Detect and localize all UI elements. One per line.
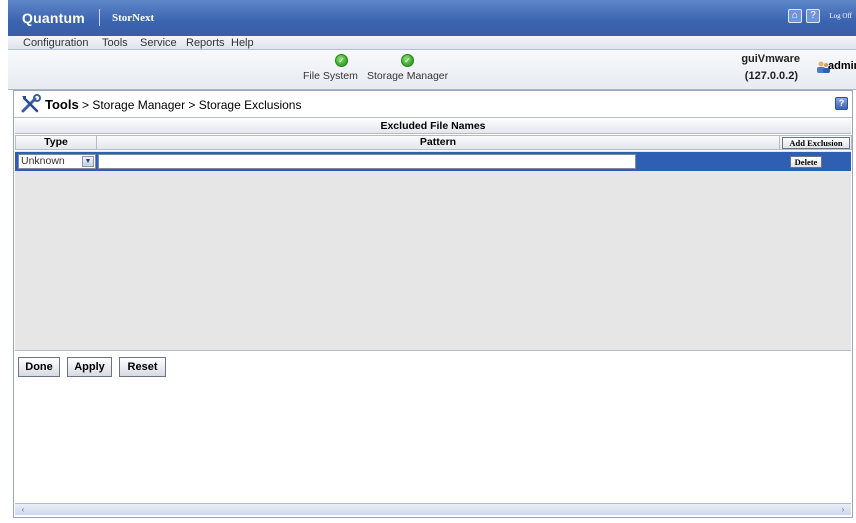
scroll-right-icon[interactable]: › bbox=[837, 505, 849, 515]
horizontal-scrollbar[interactable]: ‹ › bbox=[15, 503, 851, 515]
chevron-down-icon[interactable]: ▼ bbox=[82, 156, 94, 167]
page-title-bar: Tools > Storage Manager > Storage Exclus… bbox=[14, 91, 852, 118]
breadcrumb-tools[interactable]: Tools bbox=[45, 97, 79, 112]
host-ip: (127.0.0.2) bbox=[744, 70, 798, 82]
menu-tools[interactable]: Tools bbox=[102, 37, 128, 49]
status-bar: ✓ File System ✓ Storage Manager guiVmwar… bbox=[8, 50, 856, 90]
logoff-link[interactable]: Log Off bbox=[829, 12, 852, 20]
file-system-status-label[interactable]: File System bbox=[303, 70, 358, 82]
grid-body: Unknown ▼ Delete bbox=[15, 151, 851, 351]
host-name: guiVmware bbox=[741, 53, 800, 65]
done-button[interactable]: Done bbox=[18, 357, 60, 377]
home-icon[interactable]: ⌂ bbox=[788, 9, 802, 23]
scroll-left-icon[interactable]: ‹ bbox=[17, 505, 29, 515]
grid-title: Excluded File Names bbox=[15, 120, 851, 134]
add-exclusion-button[interactable]: Add Exclusion bbox=[782, 137, 850, 149]
table-row[interactable]: Unknown ▼ Delete bbox=[15, 152, 851, 171]
column-header-type[interactable]: Type bbox=[15, 135, 97, 150]
menu-configuration[interactable]: Configuration bbox=[23, 37, 88, 49]
menu-reports[interactable]: Reports bbox=[186, 37, 225, 49]
type-select-value: Unknown bbox=[21, 155, 65, 167]
storage-manager-status-icon[interactable]: ✓ bbox=[401, 54, 414, 67]
breadcrumb: > Storage Manager > Storage Exclusions bbox=[82, 98, 302, 112]
file-system-status-icon[interactable]: ✓ bbox=[335, 54, 348, 67]
user-name: admin bbox=[828, 60, 856, 72]
reset-button[interactable]: Reset bbox=[119, 357, 166, 377]
brand-logo: Quantum bbox=[22, 10, 85, 26]
tools-icon bbox=[21, 94, 41, 113]
content-panel: Tools > Storage Manager > Storage Exclus… bbox=[13, 90, 853, 518]
product-name: StorNext bbox=[112, 12, 155, 24]
menu-service[interactable]: Service bbox=[140, 37, 177, 49]
pattern-input[interactable] bbox=[98, 154, 636, 169]
column-header-pattern[interactable]: Pattern bbox=[97, 135, 780, 150]
help-icon[interactable]: ? bbox=[806, 9, 820, 23]
menu-bar: Configuration Tools Service Reports Help bbox=[8, 36, 856, 50]
apply-button[interactable]: Apply bbox=[67, 357, 112, 377]
menu-help[interactable]: Help bbox=[231, 37, 254, 49]
type-select[interactable]: Unknown ▼ bbox=[18, 154, 96, 169]
delete-button[interactable]: Delete bbox=[790, 156, 822, 168]
storage-manager-status-label[interactable]: Storage Manager bbox=[367, 70, 448, 82]
page-help-icon[interactable]: ? bbox=[835, 97, 848, 110]
brand-bar: Quantum StorNext ⌂ ? Log Off bbox=[8, 0, 856, 36]
brand-separator bbox=[99, 9, 100, 26]
